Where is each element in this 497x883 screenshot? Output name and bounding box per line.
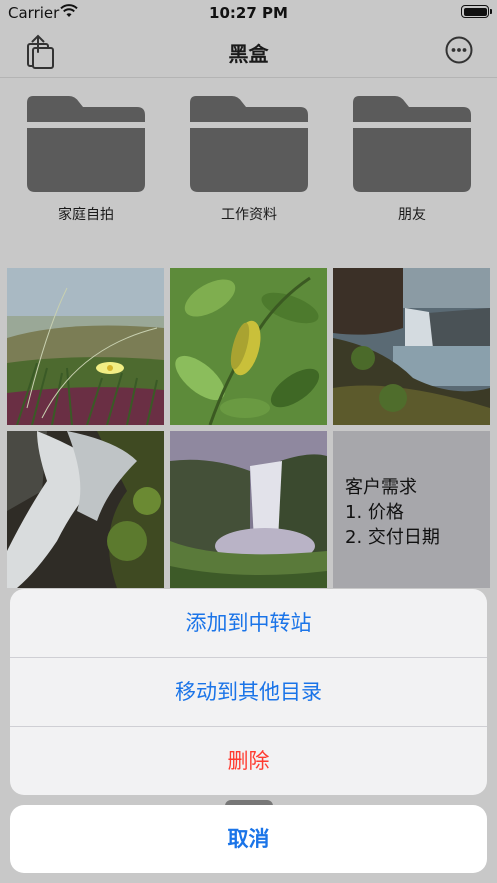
- move-to-directory-button[interactable]: 移动到其他目录: [10, 658, 487, 727]
- folder-item[interactable]: 家庭自拍: [23, 94, 149, 224]
- folder-row: 家庭自拍 工作资料 朋友: [0, 94, 497, 234]
- photo-coast-waterfall-icon: [333, 268, 490, 425]
- folder-label: 家庭自拍: [58, 207, 114, 223]
- photo-leaf-icon: [170, 268, 327, 425]
- clock: 10:27 PM: [209, 4, 288, 22]
- folder-item[interactable]: 朋友: [349, 94, 475, 224]
- note-text: 客户需求 1. 价格 2. 交付日期: [345, 477, 440, 548]
- folder-item[interactable]: 工作资料: [186, 94, 312, 224]
- photo-waterfall-closeup-icon: [7, 431, 164, 588]
- folder-icon: [190, 96, 308, 192]
- delete-button[interactable]: 删除: [10, 727, 487, 795]
- cancel-button[interactable]: 取消: [10, 805, 487, 873]
- folder-label: 工作资料: [221, 207, 277, 223]
- folder-icon: [27, 96, 145, 192]
- folder-icon: [353, 96, 471, 192]
- status-bar: Carrier 10:27 PM: [0, 0, 497, 26]
- battery-icon: [461, 5, 492, 18]
- action-sheet: 添加到中转站 移动到其他目录 删除: [10, 589, 487, 795]
- page-title: 黑盒: [228, 42, 269, 66]
- photo-tile[interactable]: [170, 268, 327, 425]
- photo-tile[interactable]: [7, 268, 164, 425]
- folder-label: 朋友: [398, 207, 426, 223]
- add-to-transfer-button[interactable]: 添加到中转站: [10, 589, 487, 658]
- nav-bar: 黑盒: [0, 26, 497, 78]
- photo-tile[interactable]: [170, 431, 327, 588]
- photo-tile[interactable]: [7, 431, 164, 588]
- photo-tile[interactable]: [333, 268, 490, 425]
- more-icon[interactable]: [445, 36, 473, 64]
- photo-flower-icon: [7, 268, 164, 425]
- photo-waterfall-valley-icon: [170, 431, 327, 588]
- note-tile[interactable]: 客户需求 1. 价格 2. 交付日期: [333, 431, 490, 588]
